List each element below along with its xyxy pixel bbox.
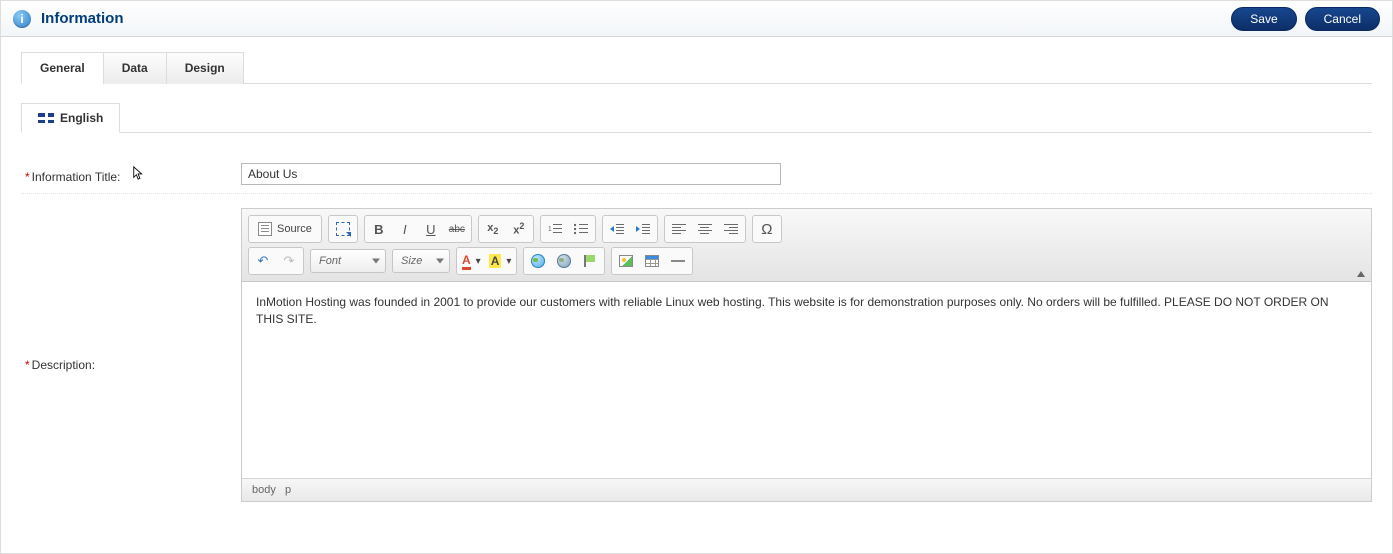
cancel-button[interactable]: Cancel: [1305, 7, 1380, 31]
bulleted-list-icon: [574, 223, 588, 235]
align-left-icon: [672, 223, 686, 235]
page-icon: [258, 222, 272, 236]
bold-button[interactable]: B: [366, 217, 392, 241]
align-center-button[interactable]: [692, 217, 718, 241]
image-button[interactable]: [613, 249, 639, 273]
align-left-button[interactable]: [666, 217, 692, 241]
select-icon: [336, 222, 350, 236]
strikethrough-button[interactable]: abc: [444, 217, 470, 241]
page-title: Information: [41, 10, 124, 27]
language-tab-english[interactable]: English: [21, 103, 120, 133]
align-right-button[interactable]: [718, 217, 744, 241]
uk-flag-icon: [38, 113, 54, 123]
source-button[interactable]: Source: [250, 217, 320, 241]
text-color-button[interactable]: A ▾: [458, 249, 485, 273]
chevron-down-icon: [372, 259, 380, 264]
subscript-button[interactable]: x2: [480, 217, 506, 241]
horizontal-rule-icon: [671, 256, 685, 266]
info-icon: i: [13, 10, 31, 28]
rich-text-editor: Source B I U abc: [241, 208, 1372, 502]
anchor-button[interactable]: [577, 249, 603, 273]
unlink-icon: [557, 254, 571, 268]
underline-button[interactable]: U: [418, 217, 444, 241]
outdent-icon: [610, 223, 624, 235]
align-center-icon: [698, 223, 712, 235]
tab-data[interactable]: Data: [103, 52, 167, 84]
font-dropdown[interactable]: Font: [310, 249, 386, 273]
table-icon: [645, 255, 659, 267]
information-title-input[interactable]: [241, 163, 781, 185]
globe-icon: [531, 254, 545, 268]
tab-design[interactable]: Design: [166, 52, 244, 84]
outdent-button[interactable]: [604, 217, 630, 241]
toolbar-collapse-button[interactable]: [1357, 271, 1365, 277]
horizontal-rule-button[interactable]: [665, 249, 691, 273]
indent-icon: [636, 223, 650, 235]
language-tabs: English: [21, 102, 1372, 133]
bulleted-list-button[interactable]: [568, 217, 594, 241]
editor-elements-path[interactable]: body p: [242, 478, 1371, 501]
information-title-label: *Information Title:: [21, 163, 241, 184]
language-tab-label: English: [60, 111, 103, 125]
special-character-button[interactable]: Ω: [754, 217, 780, 241]
description-label: *Description:: [21, 208, 241, 372]
redo-button[interactable]: ↷: [276, 249, 302, 273]
italic-button[interactable]: I: [392, 217, 418, 241]
chevron-down-icon: [436, 259, 444, 264]
align-right-icon: [724, 223, 738, 235]
tab-general[interactable]: General: [21, 52, 104, 84]
save-button[interactable]: Save: [1231, 7, 1296, 31]
image-icon: [619, 255, 633, 267]
main-tabs: General Data Design: [21, 51, 1372, 84]
size-dropdown[interactable]: Size: [392, 249, 450, 273]
unlink-button[interactable]: [551, 249, 577, 273]
select-all-button[interactable]: [330, 217, 356, 241]
flag-icon: [584, 255, 596, 267]
editor-content-area[interactable]: InMotion Hosting was founded in 2001 to …: [242, 282, 1371, 478]
page-header: i Information Save Cancel: [1, 1, 1392, 37]
numbered-list-icon: [548, 223, 562, 235]
superscript-button[interactable]: x2: [506, 217, 532, 241]
undo-button[interactable]: ↶: [250, 249, 276, 273]
link-button[interactable]: [525, 249, 551, 273]
editor-toolbar: Source B I U abc: [242, 209, 1371, 282]
table-button[interactable]: [639, 249, 665, 273]
cursor-icon: [132, 166, 146, 183]
numbered-list-button[interactable]: [542, 217, 568, 241]
background-color-button[interactable]: A ▾: [485, 249, 516, 273]
indent-button[interactable]: [630, 217, 656, 241]
